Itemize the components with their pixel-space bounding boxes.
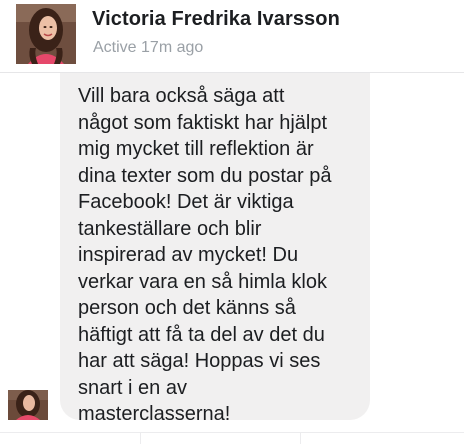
contact-avatar[interactable] bbox=[16, 4, 76, 64]
footer-separator bbox=[300, 432, 301, 444]
composer-divider bbox=[0, 432, 464, 433]
contact-name[interactable]: Victoria Fredrika Ivarsson bbox=[92, 8, 340, 31]
sender-avatar[interactable] bbox=[8, 390, 48, 420]
active-status: Active 17m ago bbox=[93, 39, 204, 56]
message-text: Vill bara också säga att något som fakti… bbox=[78, 85, 332, 425]
conversation-header: Victoria Fredrika Ivarsson Active 17m ag… bbox=[0, 0, 464, 73]
footer-separator bbox=[140, 432, 141, 444]
